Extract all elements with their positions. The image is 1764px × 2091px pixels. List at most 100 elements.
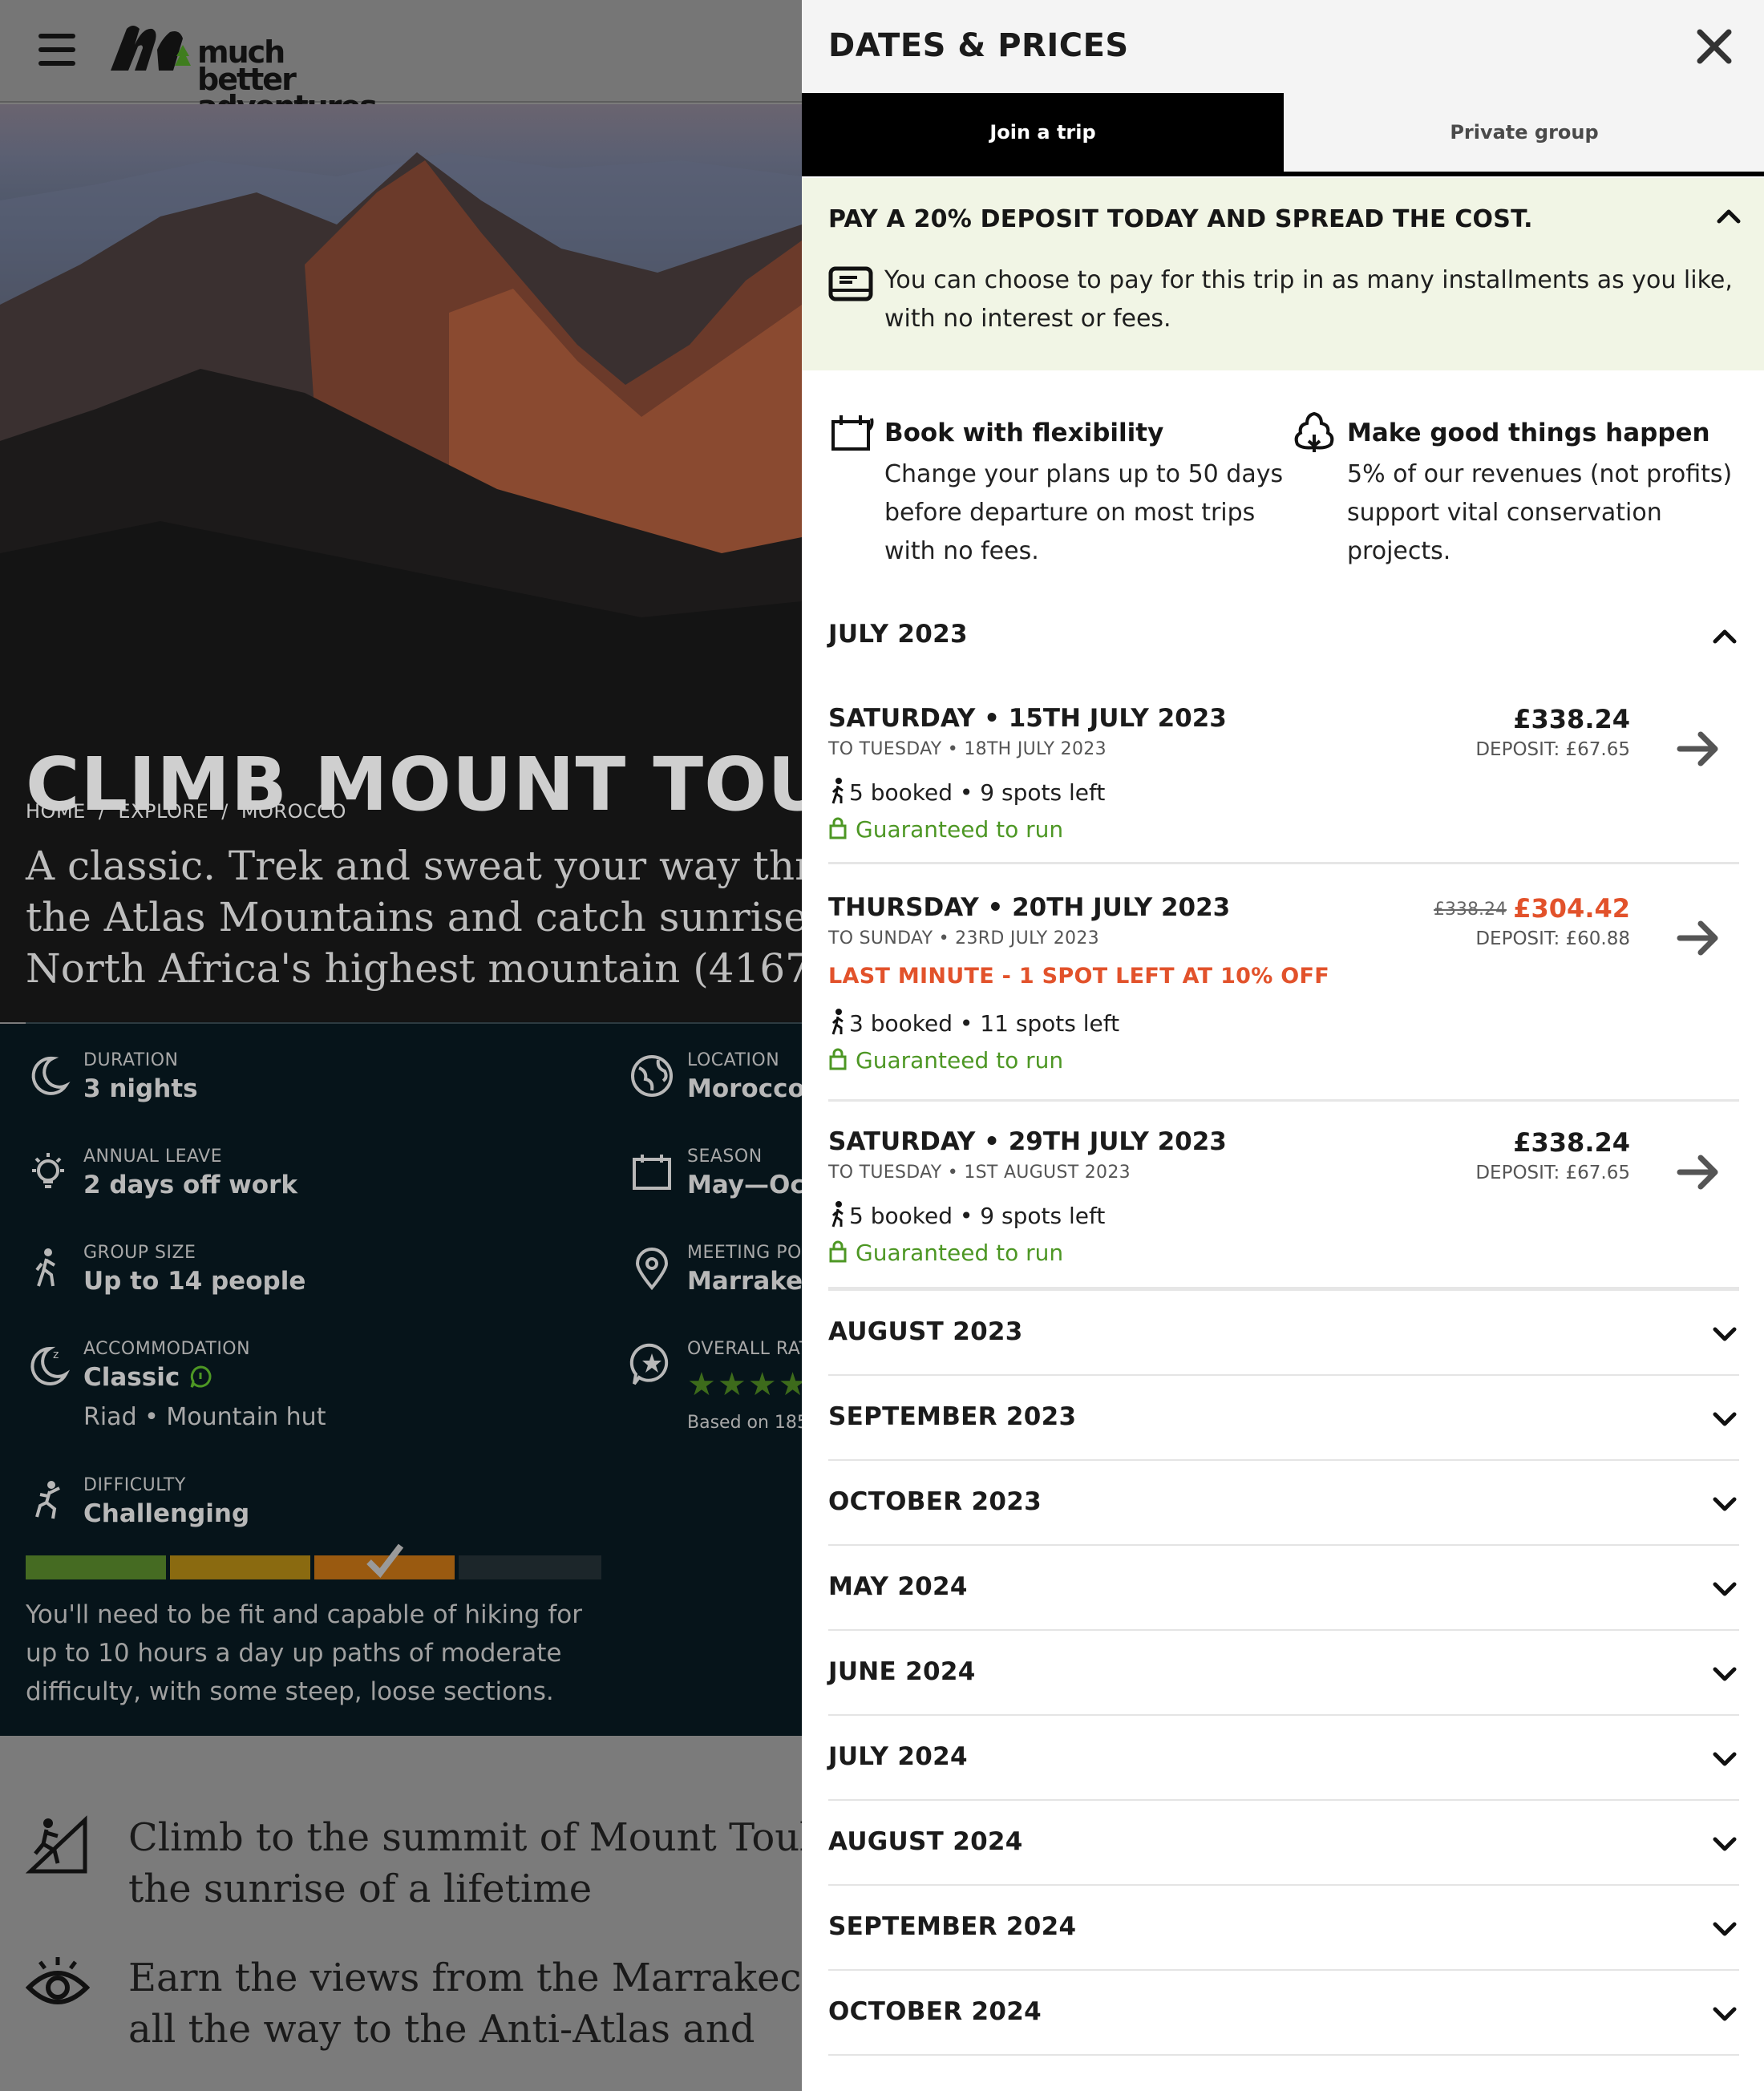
lock-icon [829, 1048, 847, 1070]
month-label: JULY 2023 [828, 620, 968, 649]
deposit-body: You can choose to pay for this trip in a… [884, 266, 1733, 333]
fact-group-size: GROUP SIZE Up to 14 people [26, 1243, 362, 1307]
lock-icon [829, 817, 847, 839]
trip-availability: 5 booked • 9 spots left [828, 778, 1105, 806]
trip-departure[interactable]: SATURDAY • 15TH JULY 2023 TO TUESDAY • 1… [828, 704, 1739, 864]
fact-value: Morocco [687, 1074, 802, 1103]
trip-sale-price: £304.42 [1513, 893, 1630, 924]
month-row[interactable]: JUNE 2024 [828, 1631, 1739, 1716]
trip-guaranteed: Guaranteed to run [828, 816, 1063, 843]
fact-accommodation: z ACCOMMODATION Classic Riad • Mountain … [26, 1339, 362, 1443]
month-row[interactable]: SEPTEMBER 2023 [828, 1376, 1739, 1461]
rating-count[interactable]: Based on 185 [687, 1413, 802, 1433]
perk-good-things: Make good things happen 5% of our revenu… [1291, 411, 1740, 579]
checkmark-icon [366, 1543, 404, 1579]
fact-label: ACCOMMODATION [83, 1339, 251, 1359]
month-label: AUGUST 2023 [828, 1317, 1023, 1346]
credit-card-icon [828, 266, 873, 301]
highlights-section: Climb to the summit of Mount Toubkal wit… [0, 1736, 981, 2091]
month-row[interactable]: MAY 2024 [828, 1546, 1739, 1631]
map-pin-icon [635, 1248, 669, 1291]
fact-label: LOCATION [687, 1050, 780, 1070]
page-title: CLIMB MOUNT TOUBKAL [26, 742, 802, 827]
deposit-info-panel: PAY A 20% DEPOSIT TODAY AND SPREAD THE C… [802, 178, 1764, 370]
calendar-flex-icon [831, 415, 874, 451]
chevron-down-icon [1713, 2007, 1737, 2021]
month-label: OCTOBER 2023 [828, 1487, 1042, 1516]
fact-value: Classic [83, 1363, 212, 1392]
month-label: SEPTEMBER 2024 [828, 1912, 1077, 1941]
chevron-up-icon[interactable] [1714, 202, 1743, 231]
fact-value: Up to 14 people [83, 1267, 306, 1296]
highlight-item: Climb to the summit of Mount Toubkal wit… [26, 1812, 981, 1924]
arrow-right-icon[interactable] [1675, 725, 1723, 773]
climber-icon [35, 1481, 60, 1519]
fact-label: OVERALL RATING [687, 1339, 802, 1359]
chevron-down-icon [1713, 1412, 1737, 1426]
perk-title: Make good things happen [1347, 419, 1710, 447]
difficulty-segment-1 [26, 1555, 166, 1579]
perk-body: Change your plans up to 50 days before d… [884, 460, 1284, 565]
chevron-down-icon [1713, 1582, 1737, 1596]
fact-overall-rating: OVERALL RATING ★★★★★ Based on 185 [629, 1339, 802, 1443]
month-label: MAY 2024 [828, 1572, 968, 1601]
booking-tabs: Join a trip Private group [802, 93, 1764, 176]
star-badge-icon [629, 1343, 669, 1385]
trip-departure[interactable]: SATURDAY • 29TH JULY 2023 TO TUESDAY • 1… [828, 1127, 1739, 1291]
hiker-icon [831, 778, 844, 804]
trip-end-date: TO SUNDAY • 23RD JULY 2023 [828, 928, 1099, 948]
summit-icon [26, 1815, 87, 1874]
arrow-right-icon[interactable] [1675, 1148, 1723, 1196]
drawer-title: DATES & PRICES [828, 27, 1129, 64]
menu-icon[interactable] [38, 34, 75, 66]
fact-label: ANNUAL LEAVE [83, 1147, 223, 1167]
trip-end-date: TO TUESDAY • 1ST AUGUST 2023 [828, 1163, 1131, 1183]
close-icon[interactable] [1693, 26, 1735, 67]
fact-value: 2 days off work [83, 1171, 298, 1199]
fact-value: Marrakech [687, 1267, 802, 1296]
perk-flexibility: Book with flexibility Change your plans … [828, 411, 1283, 579]
month-row[interactable]: OCTOBER 2023 [828, 1461, 1739, 1546]
fact-label: DURATION [83, 1050, 179, 1070]
fact-label: MEETING POINT [687, 1243, 802, 1263]
info-bubble-icon[interactable] [188, 1365, 212, 1389]
month-label: JUNE 2024 [828, 1657, 976, 1686]
tree-icon [1294, 411, 1334, 452]
logo-line-1: much better [197, 34, 297, 97]
lightbulb-icon [32, 1153, 64, 1188]
perk-title: Book with flexibility [884, 419, 1164, 447]
month-row[interactable]: SEPTEMBER 2024 [828, 1886, 1739, 1971]
site-logo[interactable]: much better adventures [106, 21, 378, 122]
trip-price: £338.24 [1513, 704, 1630, 734]
deposit-heading[interactable]: PAY A 20% DEPOSIT TODAY AND SPREAD THE C… [828, 205, 1533, 233]
chevron-down-icon [1713, 1497, 1737, 1511]
month-row[interactable]: AUGUST 2024 [828, 1801, 1739, 1886]
trip-price: £338.24 [1513, 1127, 1630, 1158]
fact-annual-leave: ANNUAL LEAVE 2 days off work [26, 1147, 362, 1211]
trip-departure[interactable]: THURSDAY • 20TH JULY 2023 TO SUNDAY • 23… [828, 893, 1739, 1102]
trip-guaranteed: Guaranteed to run [828, 1047, 1063, 1074]
month-label: AUGUST 2024 [828, 1827, 1023, 1856]
trip-deposit: DEPOSIT: £60.88 [1475, 928, 1630, 949]
fact-extra: Riad • Mountain hut [83, 1403, 326, 1431]
perk-body: 5% of our revenues (not profits) support… [1347, 460, 1733, 565]
chevron-down-icon [1713, 1922, 1737, 1936]
month-row[interactable]: OCTOBER 2024 [828, 1971, 1739, 2056]
fact-label: SEASON [687, 1147, 763, 1167]
fact-label: GROUP SIZE [83, 1243, 196, 1263]
month-row[interactable]: JULY 2024 [828, 1716, 1739, 1801]
month-label: SEPTEMBER 2023 [828, 1402, 1077, 1431]
arrow-right-icon[interactable] [1675, 914, 1723, 962]
tab-private-group[interactable]: Private group [1284, 93, 1764, 172]
fact-value: Challenging [83, 1499, 250, 1528]
chevron-down-icon [1713, 1837, 1737, 1851]
difficulty-segment-4 [459, 1555, 601, 1579]
month-row[interactable]: AUGUST 2023 [828, 1291, 1739, 1376]
eye-icon [26, 1957, 90, 2004]
fact-location: LOCATION Morocco [629, 1050, 802, 1114]
moon-icon [31, 1056, 71, 1095]
tab-join-a-trip[interactable]: Join a trip [802, 93, 1284, 172]
globe-icon [631, 1055, 673, 1097]
chevron-down-icon [1713, 1327, 1737, 1341]
month-header-open[interactable]: JULY 2023 [828, 593, 1739, 678]
